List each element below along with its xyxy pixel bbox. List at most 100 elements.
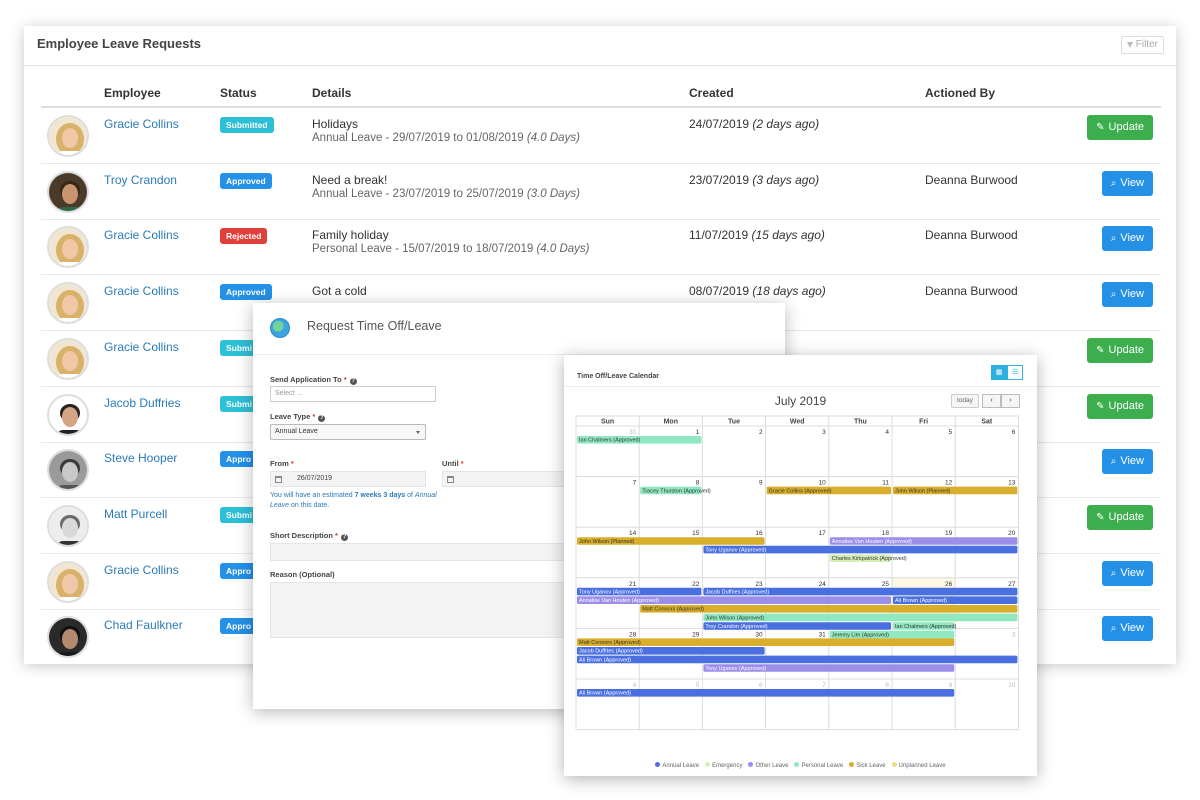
request-detail: Annual Leave - 29/07/2019 to 01/08/2019 … — [312, 132, 580, 144]
legend-label: Emergency — [712, 763, 743, 769]
avatar — [47, 616, 89, 659]
day-number: 4 — [885, 429, 889, 436]
day-name-header: Sat — [981, 419, 993, 426]
avatar — [47, 393, 89, 436]
column-header-details[interactable]: Details — [312, 86, 351, 100]
calendar-event-label: Ali Brown (Approved) — [579, 657, 631, 663]
legend-item: Unplanned Leave — [891, 762, 946, 769]
help-icon: ? — [318, 415, 326, 422]
legend-label: Unplanned Leave — [898, 763, 946, 769]
calendar-icon — [447, 476, 454, 483]
view-button[interactable]: ⌕ View — [1101, 616, 1153, 642]
employee-name-link[interactable]: Gracie Collins — [104, 117, 179, 131]
from-date-input[interactable]: 26/07/2019 — [270, 471, 426, 487]
view-button[interactable]: ⌕ View — [1101, 170, 1153, 196]
day-number: 31 — [819, 631, 827, 638]
day-number: 8 — [696, 480, 700, 487]
send-to-select[interactable]: Select ... — [270, 386, 436, 402]
calendar-event-label: Annalise Van Houten (Approved) — [579, 598, 659, 604]
calendar-event-label: Tony Uganov (Approved) — [705, 666, 766, 672]
legend-dot-icon — [748, 762, 754, 767]
legend-label: Personal Leave — [801, 763, 844, 769]
day-number: 12 — [945, 480, 953, 487]
from-label: From * — [270, 459, 294, 468]
calendar-event-label: Troy Crandon (Approved) — [705, 624, 767, 630]
calendar-event[interactable] — [577, 689, 955, 697]
update-button[interactable]: ✎ Update — [1087, 393, 1153, 419]
employee-name-link[interactable]: Gracie Collins — [104, 228, 179, 242]
view-button[interactable]: ⌕ View — [1101, 226, 1153, 252]
day-number: 29 — [692, 631, 700, 638]
day-number: 21 — [629, 581, 637, 588]
table-row: Gracie Collins Submitted Holidays Annual… — [41, 108, 1161, 164]
day-number: 3 — [1012, 631, 1016, 638]
day-number: 5 — [949, 429, 953, 436]
update-button[interactable]: ✎ Update — [1087, 337, 1153, 363]
calendar-event-label: Matt Connors (Approved) — [642, 607, 704, 613]
leave-type-select[interactable]: Annual Leave — [270, 424, 426, 440]
status-badge: Appro — [220, 562, 258, 579]
avatar — [47, 337, 89, 380]
calendar-event[interactable] — [577, 655, 1018, 664]
panel-title: Employee Leave Requests — [37, 36, 202, 51]
employee-name-link[interactable]: Jacob Duffries — [104, 396, 180, 410]
day-number: 3 — [822, 429, 826, 436]
day-number: 30 — [629, 429, 637, 436]
action-label: Update — [1108, 510, 1144, 523]
request-header: Request Time Off/Leave — [253, 303, 785, 355]
legend-item: Other Leave — [748, 762, 788, 769]
day-number: 27 — [1008, 581, 1016, 588]
leave-calendar-panel: Time Off/Leave Calendar ▦ ☰ July 2019 to… — [564, 355, 1037, 776]
column-header-status[interactable]: Status — [220, 86, 257, 100]
calendar-event-label: John Wilson (Approved) — [705, 615, 764, 621]
day-name-header: Sun — [601, 419, 614, 426]
day-number: 25 — [882, 581, 890, 588]
employee-name-link[interactable]: Troy Crandon — [104, 173, 177, 187]
status-badge: Appro — [220, 618, 258, 635]
search-icon: ⌕ — [1110, 289, 1117, 301]
created-date: 11/07/2019 (15 days ago) — [689, 228, 825, 243]
column-header-created[interactable]: Created — [689, 86, 734, 100]
reason-label: Reason (Optional) — [270, 570, 335, 579]
calendar-event-label: Ian Chalmers (Approved) — [579, 438, 641, 444]
employee-name-link[interactable]: Chad Faulkner — [104, 618, 183, 632]
avatar — [47, 449, 89, 492]
request-title: Request Time Off/Leave — [307, 319, 442, 333]
request-detail: Personal Leave - 15/07/2019 to 18/07/201… — [312, 243, 590, 256]
day-name-header: Thu — [854, 419, 867, 426]
reason-textarea[interactable] — [270, 582, 570, 638]
day-number: 15 — [692, 530, 700, 537]
action-label: Update — [1108, 343, 1144, 356]
day-number: 28 — [629, 631, 637, 638]
short-description-input[interactable] — [270, 543, 570, 561]
funnel-icon — [1126, 42, 1133, 48]
calendar-legend: Annual Leave Emergency Other Leave Personal… — [564, 762, 1037, 769]
day-number: 7 — [822, 682, 826, 689]
legend-label: Sick Leave — [856, 763, 886, 769]
until-label: Until * — [442, 459, 464, 468]
legend-item: Emergency — [705, 762, 743, 769]
until-date-input[interactable] — [442, 471, 572, 487]
column-header-actioned-by[interactable]: Actioned By — [925, 86, 995, 100]
employee-name-link[interactable]: Gracie Collins — [104, 284, 179, 298]
view-button[interactable]: ⌕ View — [1101, 449, 1153, 475]
legend-dot-icon — [655, 762, 661, 767]
update-button[interactable]: ✎ Update — [1087, 504, 1153, 530]
view-button[interactable]: ⌕ View — [1101, 282, 1153, 308]
employee-name-link[interactable]: Steve Hooper — [104, 451, 177, 465]
column-header-employee[interactable]: Employee — [104, 86, 161, 100]
update-button[interactable]: ✎ Update — [1087, 115, 1153, 140]
employee-name-link[interactable]: Gracie Collins — [104, 340, 179, 354]
employee-name-link[interactable]: Gracie Collins — [104, 563, 179, 577]
day-name-header: Wed — [790, 419, 805, 426]
filter-button[interactable]: Filter — [1120, 36, 1164, 54]
actioned-by: Deanna Burwood — [925, 172, 1018, 187]
day-number: 5 — [696, 682, 700, 689]
day-number: 17 — [819, 530, 827, 537]
employee-name-link[interactable]: Matt Purcell — [104, 507, 167, 521]
view-button[interactable]: ⌕ View — [1101, 560, 1153, 586]
day-number: 30 — [755, 631, 763, 638]
search-icon: ⌕ — [1110, 567, 1117, 579]
day-number: 19 — [945, 530, 953, 537]
calendar-event-label: Charles Kirkpatrick (Approved) — [832, 556, 907, 562]
